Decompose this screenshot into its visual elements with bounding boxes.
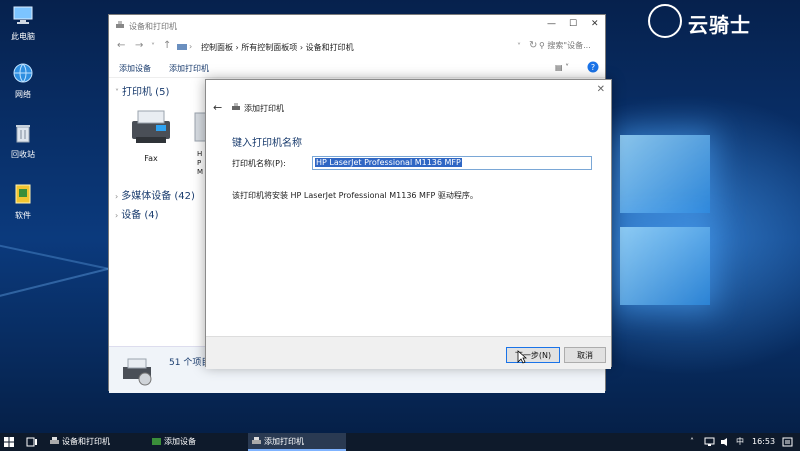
minimize-button[interactable]: — — [547, 19, 556, 29]
recycle-bin-icon — [16, 125, 30, 143]
printer-small-icon — [252, 437, 261, 444]
add-printer-button[interactable]: 添加打印机 — [169, 63, 209, 74]
dialog-footer: 下一步(N) 取消 — [206, 336, 611, 369]
taskbar-item-label: 添加设备 — [164, 437, 196, 446]
taskbar: 设备和打印机 添加设备 添加打印机 ˄ 中 16:53 — [0, 433, 800, 451]
task-view-icon[interactable] — [26, 437, 38, 447]
desktop-icon-label: 回收站 — [11, 150, 35, 159]
windows-logo — [615, 135, 715, 325]
printer-name-input[interactable]: HP LaserJet Professional M1136 MFP — [312, 156, 592, 170]
logo-pane — [620, 227, 710, 305]
close-icon[interactable]: ✕ — [597, 84, 605, 95]
refresh-icon[interactable]: ↻ — [529, 40, 537, 51]
next-button[interactable]: 下一步(N) — [506, 347, 560, 363]
dialog-title: 添加打印机 — [244, 104, 284, 113]
breadcrumb-item[interactable]: 设备和打印机 — [306, 43, 354, 52]
chevron-down-icon: ˅ — [115, 88, 119, 97]
control-panel-icon — [177, 44, 187, 50]
maximize-button[interactable]: ☐ — [569, 19, 577, 29]
printer-small-icon — [232, 103, 240, 110]
chevron-down-icon[interactable]: ˅ — [151, 42, 155, 51]
search-placeholder: 搜索"设备... — [547, 41, 591, 50]
printer-name-value: HP LaserJet Professional M1136 MFP — [315, 158, 462, 167]
printer-label: Fax — [144, 154, 158, 163]
breadcrumb-item[interactable]: 控制面板 — [201, 43, 233, 52]
printer-name-label: 打印机名称(P): — [232, 159, 286, 168]
close-button[interactable]: ✕ — [591, 19, 599, 29]
breadcrumb: 控制面板 › 所有控制面板项 › 设备和打印机 — [201, 42, 354, 53]
taskbar-item-label: 添加打印机 — [264, 437, 304, 446]
mouse-cursor-icon — [517, 350, 527, 364]
desktop-icon-label: 此电脑 — [11, 32, 35, 41]
notification-icon[interactable] — [782, 437, 793, 447]
printer-small-icon — [116, 21, 124, 28]
help-icon[interactable]: ? — [587, 61, 599, 75]
add-device-icon — [152, 438, 161, 445]
watermark-text: 云骑士 — [688, 13, 751, 37]
desktop-icon-software[interactable]: 软件 — [6, 183, 40, 221]
volume-icon[interactable] — [720, 437, 731, 447]
window-title: 设备和打印机 — [129, 22, 177, 31]
clock[interactable]: 16:53 — [752, 433, 775, 451]
desktop-icon-label: 网络 — [15, 90, 31, 99]
back-arrow-icon[interactable]: ← — [117, 40, 125, 51]
command-bar: 添加设备 添加打印机 ▤ ˅ ? — [109, 59, 605, 78]
desktop-icon-this-pc[interactable]: 此电脑 — [6, 4, 40, 42]
search-input[interactable]: ⚲ 搜索"设备... — [539, 40, 599, 53]
driver-info-text: 该打印机将安装 HP LaserJet Professional M1136 M… — [232, 191, 478, 200]
up-arrow-icon[interactable]: ↑ — [163, 40, 171, 51]
breadcrumb-item[interactable]: 所有控制面板项 — [241, 43, 297, 52]
computer-icon — [13, 6, 33, 24]
chevron-right-icon: › — [115, 211, 119, 220]
software-folder-icon — [15, 184, 31, 204]
ime-indicator[interactable]: 中 — [736, 433, 744, 451]
logo-pane — [620, 135, 710, 213]
knight-logo-icon — [648, 4, 682, 38]
windows-start-icon[interactable] — [4, 437, 14, 447]
taskbar-item-devices-printers[interactable]: 设备和打印机 — [46, 433, 146, 451]
svg-text:?: ? — [591, 63, 595, 72]
address-bar[interactable]: ← → ˅ ↑ › 控制面板 › 所有控制面板项 › 设备和打印机 ˅ ↻ ⚲ … — [109, 37, 605, 57]
dialog-heading: 键入打印机名称 — [232, 138, 302, 149]
network-icon[interactable] — [704, 437, 715, 447]
network-globe-icon — [13, 63, 33, 83]
chevron-right-icon: › — [115, 192, 119, 201]
taskbar-item-add-printer[interactable]: 添加打印机 — [248, 433, 346, 451]
taskbar-item-label: 设备和打印机 — [62, 437, 110, 446]
chevron-up-icon[interactable]: ˄ — [690, 433, 694, 451]
view-options-icon[interactable]: ▤ ˅ — [555, 63, 569, 72]
desktop-icon-recycle-bin[interactable]: 回收站 — [6, 122, 40, 160]
fax-printer-icon — [132, 110, 170, 143]
forward-arrow-icon[interactable]: → — [135, 40, 143, 51]
group-multimedia[interactable]: › 多媒体设备 (42) — [115, 187, 195, 202]
breadcrumb-separator-icon: › — [189, 42, 193, 51]
watermark-logo: 云骑士 — [648, 4, 798, 40]
group-printers[interactable]: ˅ 打印机 (5) — [115, 83, 169, 98]
devices-printers-icon — [123, 358, 152, 386]
printer-label: H P M — [197, 150, 204, 176]
back-arrow-icon[interactable]: ← — [213, 101, 222, 114]
window-titlebar[interactable]: 设备和打印机 — ☐ ✕ — [109, 15, 605, 37]
add-printer-dialog[interactable]: ✕ ← 添加打印机 键入打印机名称 打印机名称(P): HP LaserJet … — [205, 79, 612, 369]
desktop-icon-network[interactable]: 网络 — [6, 62, 40, 100]
desktop: 此电脑 网络 回收站 软件 云骑士 设备和打印机 — ☐ ✕ ← → ˅ ↑ ›… — [0, 0, 800, 433]
taskbar-item-add-device[interactable]: 添加设备 — [148, 433, 244, 451]
cancel-button[interactable]: 取消 — [564, 347, 606, 363]
chevron-down-icon[interactable]: ˅ — [517, 42, 521, 51]
desktop-icon-label: 软件 — [15, 211, 31, 220]
printer-small-icon — [50, 437, 59, 444]
add-device-button[interactable]: 添加设备 — [119, 63, 151, 74]
group-devices[interactable]: › 设备 (4) — [115, 206, 159, 221]
printer-item-fax[interactable]: Fax — [123, 107, 179, 163]
